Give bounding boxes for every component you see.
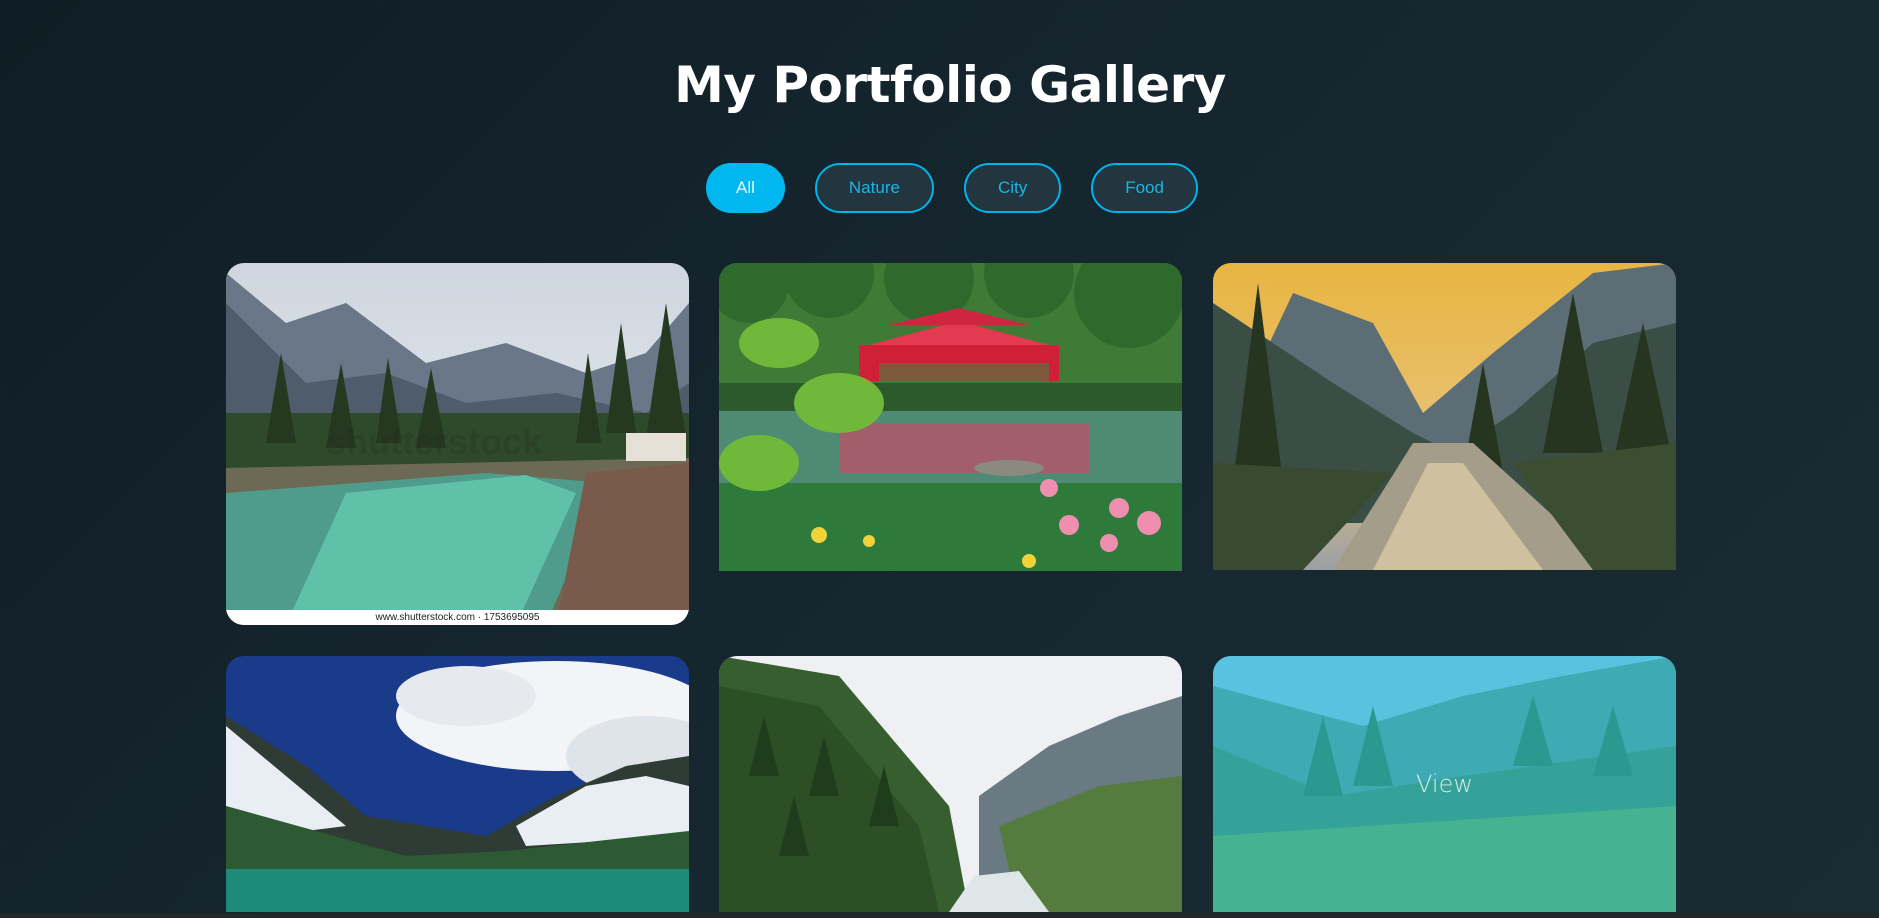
gallery-item-mountain-lake[interactable] — [226, 656, 689, 912]
gallery-item-lake-pagoda[interactable] — [719, 263, 1182, 571]
image-credit: www.shutterstock.com · 1753695095 — [226, 610, 689, 625]
sunset-river-photo — [1213, 263, 1676, 570]
gallery-item-green-valley[interactable]: View — [1213, 656, 1676, 912]
watermark-text: shutterstock — [326, 421, 543, 462]
filter-nature-button[interactable]: Nature — [814, 163, 934, 213]
gallery-item-forest-valley[interactable] — [719, 656, 1182, 912]
portfolio-page: My Portfolio Gallery All Nature City Foo… — [0, 0, 1879, 918]
view-overlay[interactable]: View — [1213, 656, 1676, 912]
filter-city-button[interactable]: City — [963, 163, 1062, 213]
gallery-item-sunset-river[interactable] — [1213, 263, 1676, 570]
filter-bar: All Nature City Food — [706, 163, 1198, 213]
mountain-lake-photo — [226, 656, 689, 912]
lake-pagoda-photo — [719, 263, 1182, 571]
view-label: View — [1416, 770, 1473, 798]
filter-all-button[interactable]: All — [706, 163, 785, 213]
bottom-divider — [0, 913, 1879, 918]
gallery-item-river-valley[interactable]: shutterstock www.shutterstock.com · 1753… — [226, 263, 689, 625]
filter-food-button[interactable]: Food — [1091, 163, 1198, 213]
page-title: My Portfolio Gallery — [674, 56, 1226, 114]
forest-valley-photo — [719, 656, 1182, 912]
